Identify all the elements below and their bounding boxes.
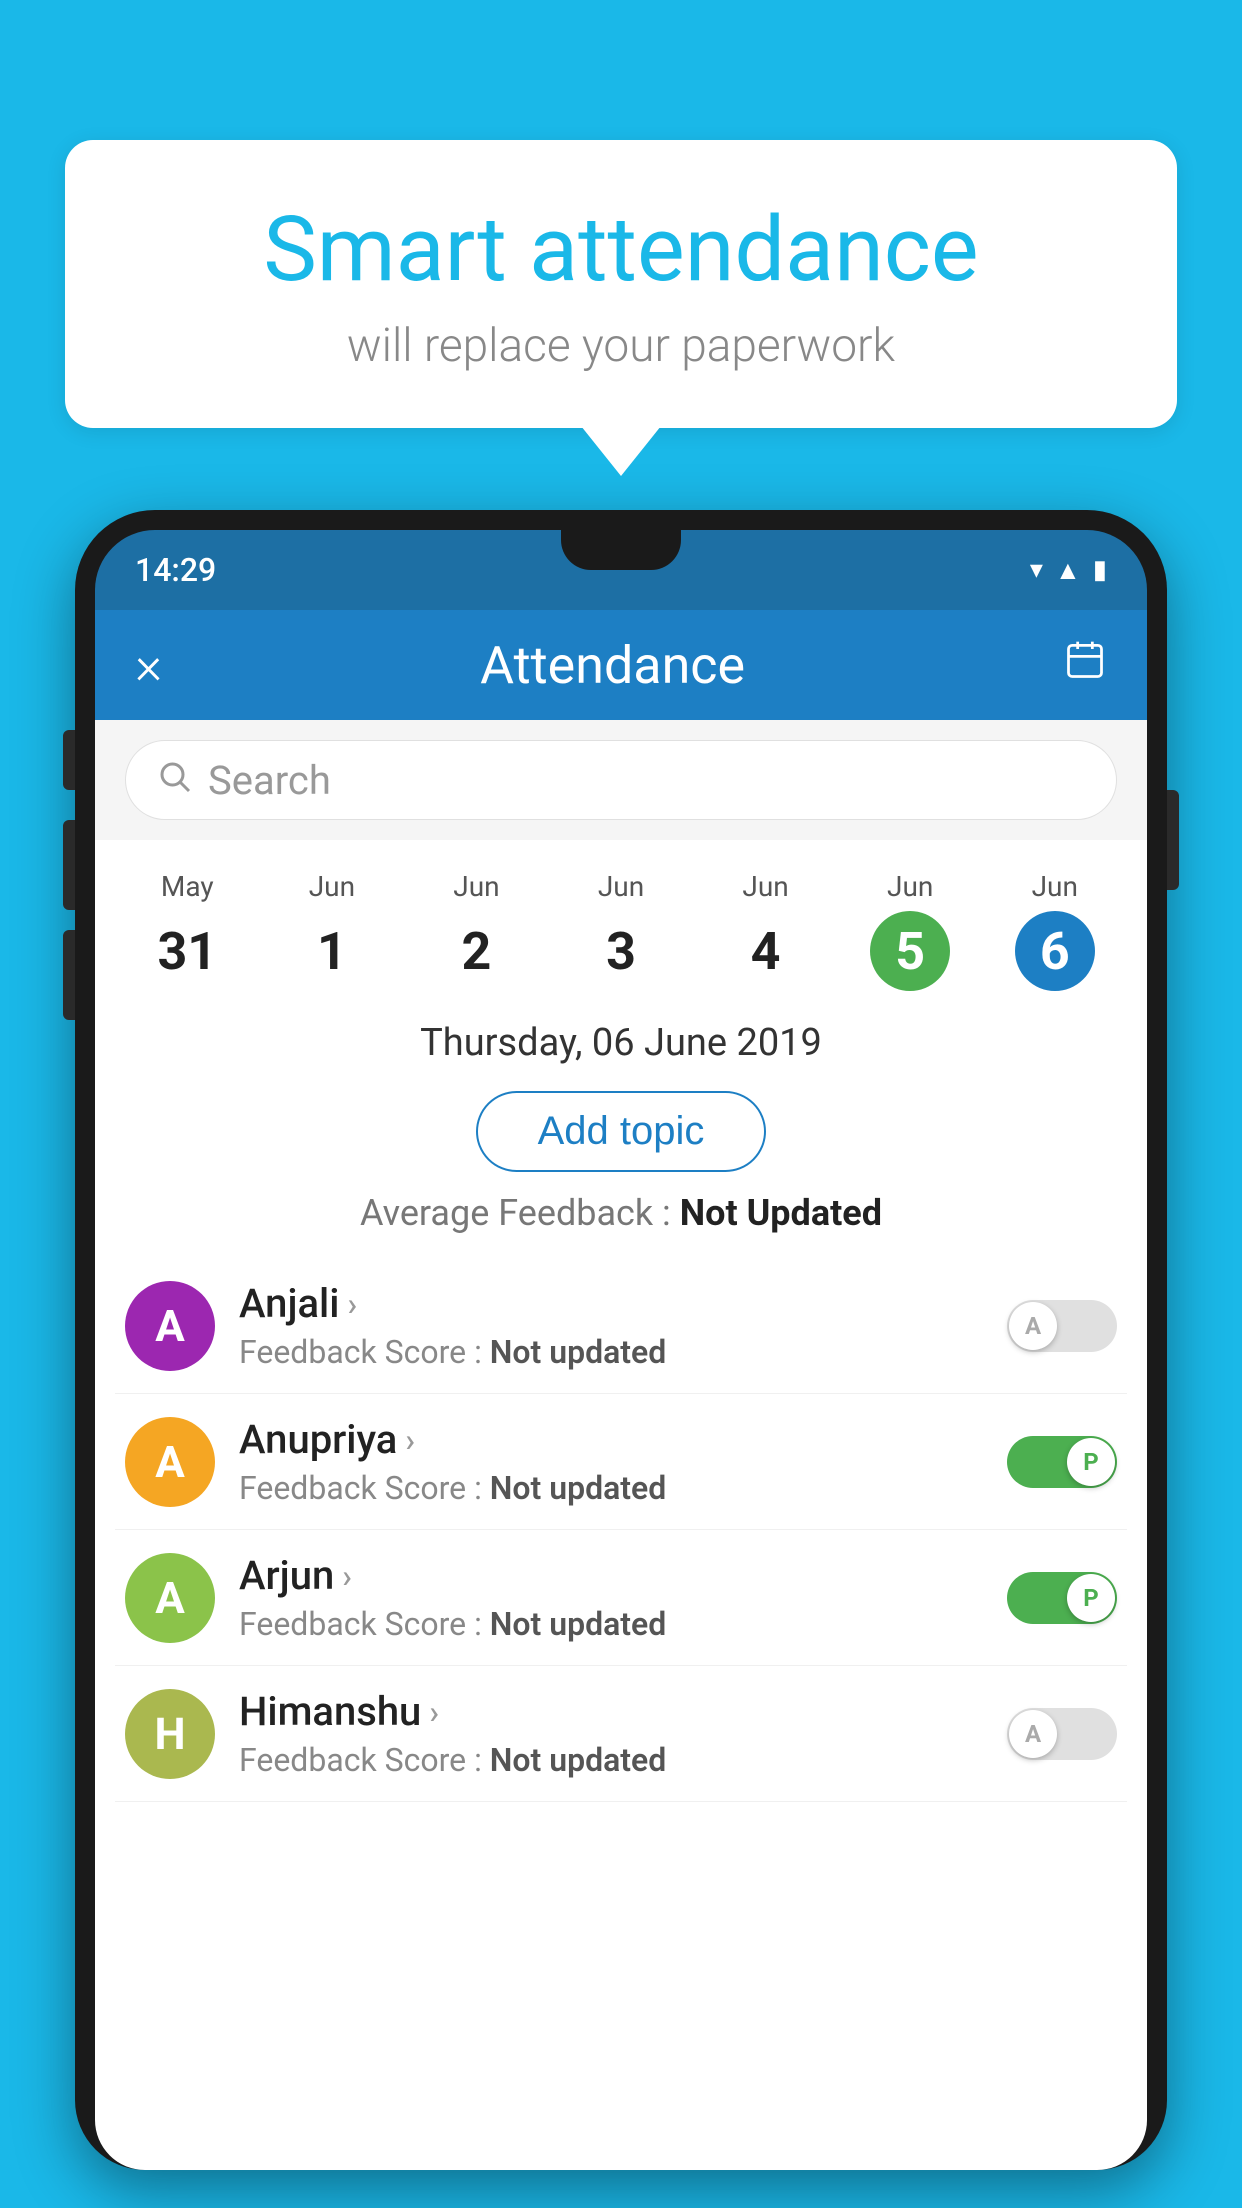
search-container: Search bbox=[95, 720, 1147, 840]
header-title: Attendance bbox=[480, 635, 745, 696]
student-name: Anupriya › bbox=[239, 1416, 983, 1463]
student-info: Himanshu › Feedback Score : Not updated bbox=[239, 1688, 983, 1779]
date-month: Jun bbox=[843, 870, 978, 903]
date-item[interactable]: May 31 bbox=[115, 860, 260, 1001]
toggle-container: A bbox=[1007, 1300, 1117, 1352]
close-button[interactable]: × bbox=[135, 635, 162, 696]
phone-container: 14:29 ▾ ▲ ▮ × Attendance bbox=[75, 510, 1167, 2208]
student-item[interactable]: H Himanshu › Feedback Score : Not updated A bbox=[115, 1666, 1127, 1802]
phone-frame: 14:29 ▾ ▲ ▮ × Attendance bbox=[75, 510, 1167, 2170]
date-month: Jun bbox=[265, 870, 400, 903]
student-info: Arjun › Feedback Score : Not updated bbox=[239, 1552, 983, 1643]
status-icons: ▾ ▲ ▮ bbox=[1030, 555, 1107, 586]
attendance-toggle[interactable]: A bbox=[1007, 1708, 1117, 1760]
mute-button bbox=[63, 730, 75, 790]
student-avatar: A bbox=[125, 1553, 215, 1643]
app-header: × Attendance bbox=[95, 610, 1147, 720]
date-day[interactable]: 2 bbox=[436, 911, 516, 991]
date-month: Jun bbox=[698, 870, 833, 903]
student-item[interactable]: A Anupriya › Feedback Score : Not updated P bbox=[115, 1394, 1127, 1530]
toggle-knob: A bbox=[1009, 1302, 1057, 1350]
date-item[interactable]: Jun 3 bbox=[549, 860, 694, 1001]
date-strip: May 31 Jun 1 Jun 2 Jun 3 Jun 4 Jun 5 Jun 6 bbox=[95, 840, 1147, 1011]
student-name: Arjun › bbox=[239, 1552, 983, 1599]
status-bar: 14:29 ▾ ▲ ▮ bbox=[95, 530, 1147, 610]
student-feedback: Feedback Score : Not updated bbox=[239, 1741, 983, 1779]
date-item[interactable]: Jun 6 bbox=[982, 860, 1127, 1001]
search-placeholder: Search bbox=[208, 757, 331, 804]
attendance-toggle[interactable]: P bbox=[1007, 1436, 1117, 1488]
toggle-container: A bbox=[1007, 1708, 1117, 1760]
date-day[interactable]: 3 bbox=[581, 911, 661, 991]
wifi-icon: ▾ bbox=[1030, 555, 1043, 585]
student-name: Himanshu › bbox=[239, 1688, 983, 1735]
phone-screen: × Attendance bbox=[95, 610, 1147, 2170]
student-item[interactable]: A Anjali › Feedback Score : Not updated A bbox=[115, 1258, 1127, 1394]
avg-feedback: Average Feedback : Not Updated bbox=[95, 1192, 1147, 1258]
attendance-toggle[interactable]: P bbox=[1007, 1572, 1117, 1624]
toggle-knob: P bbox=[1067, 1574, 1115, 1622]
date-day[interactable]: 4 bbox=[726, 911, 806, 991]
chevron-icon: › bbox=[429, 1693, 439, 1731]
status-time: 14:29 bbox=[135, 551, 216, 589]
student-avatar: A bbox=[125, 1281, 215, 1371]
signal-icon: ▲ bbox=[1055, 555, 1081, 586]
date-item[interactable]: Jun 4 bbox=[693, 860, 838, 1001]
student-avatar: A bbox=[125, 1417, 215, 1507]
volume-down-button bbox=[63, 930, 75, 1020]
search-icon bbox=[156, 758, 192, 803]
notch bbox=[561, 530, 681, 570]
date-day[interactable]: 5 bbox=[870, 911, 950, 991]
calendar-icon[interactable] bbox=[1063, 638, 1107, 693]
add-topic-button[interactable]: Add topic bbox=[476, 1091, 767, 1172]
date-item[interactable]: Jun 1 bbox=[260, 860, 405, 1001]
student-list: AAnjali ›Feedback Score : Not updatedAAA… bbox=[95, 1258, 1147, 1802]
attendance-toggle[interactable]: A bbox=[1007, 1300, 1117, 1352]
power-button bbox=[1167, 790, 1179, 890]
student-feedback: Feedback Score : Not updated bbox=[239, 1605, 983, 1643]
toggle-container: P bbox=[1007, 1572, 1117, 1624]
speech-bubble-subtitle: will replace your paperwork bbox=[125, 319, 1117, 373]
student-feedback: Feedback Score : Not updated bbox=[239, 1333, 983, 1371]
search-bar[interactable]: Search bbox=[125, 740, 1117, 820]
student-info: Anjali › Feedback Score : Not updated bbox=[239, 1280, 983, 1371]
date-month: Jun bbox=[409, 870, 544, 903]
chevron-icon: › bbox=[347, 1285, 357, 1323]
date-month: Jun bbox=[987, 870, 1122, 903]
speech-bubble-title: Smart attendance bbox=[125, 200, 1117, 299]
student-avatar: H bbox=[125, 1689, 215, 1779]
chevron-icon: › bbox=[405, 1421, 415, 1459]
date-day[interactable]: 1 bbox=[292, 911, 372, 991]
chevron-icon: › bbox=[342, 1557, 352, 1595]
date-item[interactable]: Jun 2 bbox=[404, 860, 549, 1001]
date-item[interactable]: Jun 5 bbox=[838, 860, 983, 1001]
speech-bubble: Smart attendance will replace your paper… bbox=[65, 140, 1177, 428]
date-day[interactable]: 31 bbox=[147, 911, 227, 991]
student-info: Anupriya › Feedback Score : Not updated bbox=[239, 1416, 983, 1507]
toggle-container: P bbox=[1007, 1436, 1117, 1488]
date-month: May bbox=[120, 870, 255, 903]
date-day[interactable]: 6 bbox=[1015, 911, 1095, 991]
student-name: Anjali › bbox=[239, 1280, 983, 1327]
student-feedback: Feedback Score : Not updated bbox=[239, 1469, 983, 1507]
selected-date: Thursday, 06 June 2019 bbox=[95, 1011, 1147, 1081]
avg-feedback-label: Average Feedback : bbox=[360, 1192, 680, 1234]
avg-feedback-value: Not Updated bbox=[680, 1192, 882, 1234]
battery-icon: ▮ bbox=[1093, 555, 1107, 585]
speech-bubble-container: Smart attendance will replace your paper… bbox=[65, 140, 1177, 428]
toggle-knob: P bbox=[1067, 1438, 1115, 1486]
toggle-knob: A bbox=[1009, 1710, 1057, 1758]
student-item[interactable]: A Arjun › Feedback Score : Not updated P bbox=[115, 1530, 1127, 1666]
date-month: Jun bbox=[554, 870, 689, 903]
volume-up-button bbox=[63, 820, 75, 910]
add-topic-container: Add topic bbox=[95, 1081, 1147, 1192]
